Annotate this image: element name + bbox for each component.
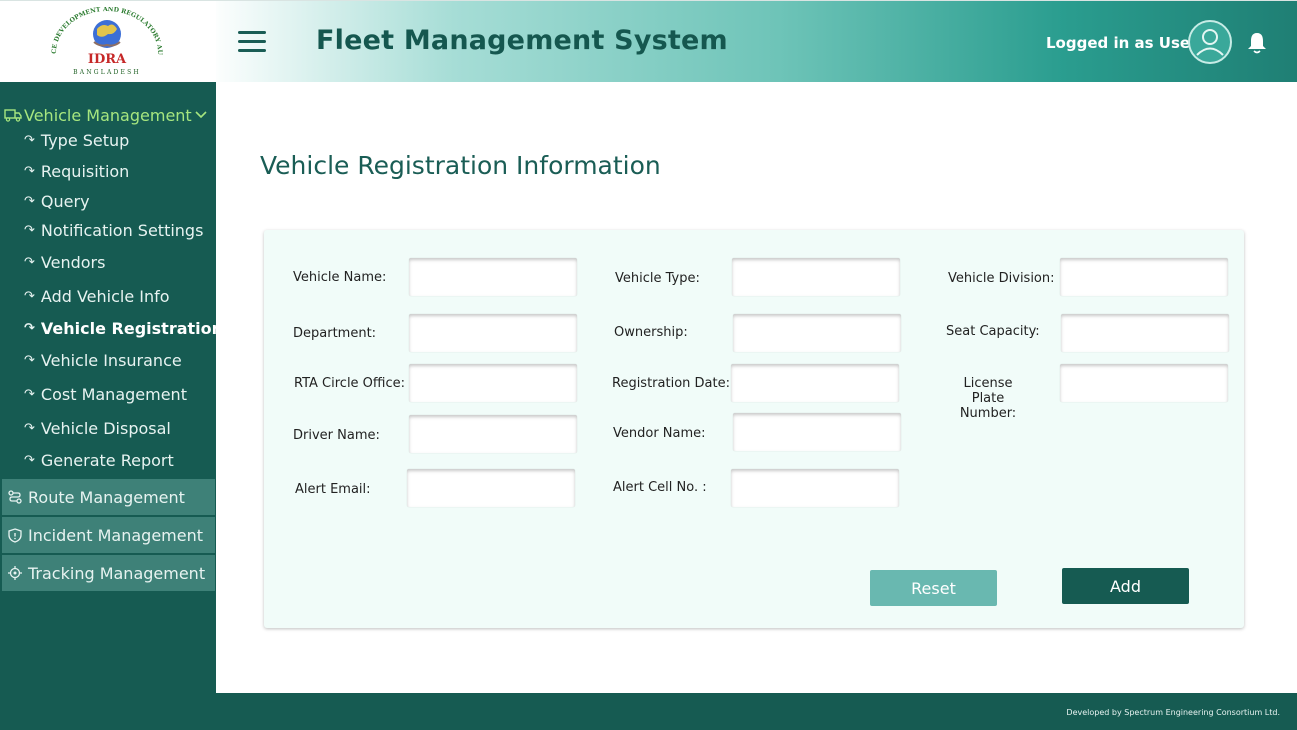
rta-circle-office-input[interactable] <box>409 364 577 402</box>
user-avatar-icon[interactable] <box>1188 20 1232 64</box>
curved-arrow-icon: ↷ <box>24 133 35 148</box>
driver-name-input[interactable] <box>409 415 577 453</box>
logo-container: INSURANCE DEVELOPMENT AND REGULATORY AUT… <box>0 1 216 83</box>
curved-arrow-icon: ↷ <box>24 194 35 209</box>
truck-icon <box>4 109 22 122</box>
sidebar-group-vehicle-management[interactable]: Vehicle Management <box>4 104 214 126</box>
curved-arrow-icon: ↷ <box>24 164 35 179</box>
seat-capacity-input[interactable] <box>1061 314 1229 352</box>
chevron-down-icon <box>195 111 207 119</box>
sidebar-item-type-setup[interactable]: ↷ Type Setup <box>24 131 129 150</box>
vendor-name-input[interactable] <box>733 413 901 451</box>
curved-arrow-icon: ↷ <box>24 387 35 402</box>
vehicle-name-input[interactable] <box>409 258 577 296</box>
bell-icon[interactable] <box>1247 31 1267 59</box>
alert-cell-no-input[interactable] <box>731 469 899 507</box>
sidebar-item-query[interactable]: ↷ Query <box>24 192 90 211</box>
registration-date-label: Registration Date: <box>612 376 730 391</box>
sidebar-section-route-management[interactable]: Route Management <box>2 479 215 515</box>
curved-arrow-icon: ↷ <box>24 321 35 336</box>
hamburger-icon[interactable] <box>238 31 266 53</box>
sidebar-item-vendors[interactable]: ↷ Vendors <box>24 253 105 272</box>
sidebar-item-generate-report[interactable]: ↷ Generate Report <box>24 451 174 470</box>
sidebar-item-cost-management[interactable]: ↷ Cost Management <box>24 385 187 404</box>
department-input[interactable] <box>409 314 577 352</box>
sidebar-group-label: Vehicle Management <box>24 105 192 125</box>
vehicle-name-label: Vehicle Name: <box>293 270 387 285</box>
curved-arrow-icon: ↷ <box>24 421 35 436</box>
alert-email-label: Alert Email: <box>295 482 371 497</box>
app-title: Fleet Management System <box>316 25 728 56</box>
crosshair-icon <box>8 566 22 580</box>
logged-in-status: Logged in as User <box>1046 34 1198 52</box>
page-title: Vehicle Registration Information <box>260 151 661 180</box>
sidebar-section-incident-management[interactable]: Incident Management <box>2 517 215 553</box>
sidebar-item-requisition[interactable]: ↷ Requisition <box>24 162 129 181</box>
license-plate-number-input[interactable] <box>1060 364 1228 402</box>
vehicle-division-input[interactable] <box>1060 258 1228 296</box>
svg-text:IDRA: IDRA <box>88 52 127 67</box>
route-icon <box>8 490 22 504</box>
app-footer: Developed by Spectrum Engineering Consor… <box>0 693 1297 730</box>
vehicle-type-input[interactable] <box>732 258 900 296</box>
department-label: Department: <box>293 326 377 341</box>
vehicle-type-label: Vehicle Type: <box>615 271 700 286</box>
reset-button[interactable]: Reset <box>870 570 997 606</box>
ownership-input[interactable] <box>733 314 901 352</box>
sidebar-section-tracking-management[interactable]: Tracking Management <box>2 555 215 591</box>
sidebar: Vehicle Management ↷ Type Setup ↷ Requis… <box>0 82 223 730</box>
driver-name-label: Driver Name: <box>293 428 380 443</box>
sidebar-item-vehicle-disposal[interactable]: ↷ Vehicle Disposal <box>24 419 171 438</box>
sidebar-item-notification-settings[interactable]: ↷ Notification Settings <box>24 221 203 240</box>
curved-arrow-icon: ↷ <box>24 453 35 468</box>
curved-arrow-icon: ↷ <box>24 289 35 304</box>
add-button[interactable]: Add <box>1062 568 1189 604</box>
curved-arrow-icon: ↷ <box>24 255 35 270</box>
curved-arrow-icon: ↷ <box>24 223 35 238</box>
sidebar-item-vehicle-insurance[interactable]: ↷ Vehicle Insurance <box>24 351 182 370</box>
license-plate-number-label: License Plate Number: <box>959 376 1017 421</box>
shield-icon <box>8 527 22 543</box>
alert-cell-no-label: Alert Cell No. : <box>613 480 707 495</box>
curved-arrow-icon: ↷ <box>24 353 35 368</box>
vendor-name-label: Vendor Name: <box>613 426 706 441</box>
svg-text:BANGLADESH: BANGLADESH <box>73 69 141 76</box>
sidebar-item-vehicle-registration[interactable]: ↷ Vehicle Registration <box>24 319 223 338</box>
sidebar-item-add-vehicle-info[interactable]: ↷ Add Vehicle Info <box>24 287 170 306</box>
footer-credit: Developed by Spectrum Engineering Consor… <box>1066 708 1280 717</box>
seat-capacity-label: Seat Capacity: <box>946 324 1040 339</box>
registration-date-input[interactable] <box>731 364 899 402</box>
rta-circle-office-label: RTA Circle Office: <box>294 376 406 391</box>
alert-email-input[interactable] <box>407 469 575 507</box>
ownership-label: Ownership: <box>614 325 688 340</box>
idra-logo: INSURANCE DEVELOPMENT AND REGULATORY AUT… <box>42 7 163 76</box>
app-header: INSURANCE DEVELOPMENT AND REGULATORY AUT… <box>0 0 1297 83</box>
vehicle-division-label: Vehicle Division: <box>948 271 1055 286</box>
